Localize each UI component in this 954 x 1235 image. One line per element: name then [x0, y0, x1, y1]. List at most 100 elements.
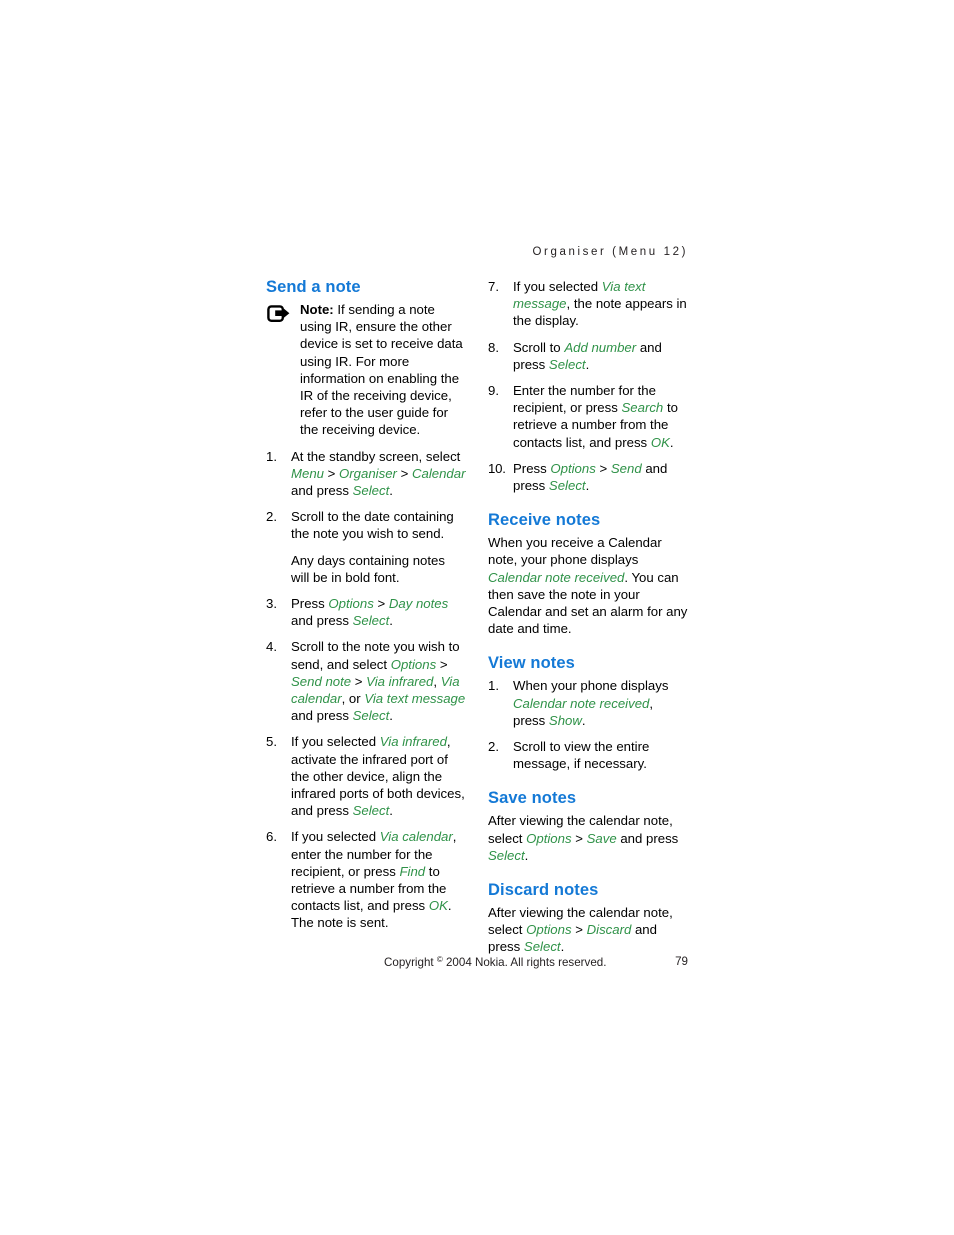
- text-run: .: [669, 434, 674, 450]
- text-run: .: [389, 483, 393, 498]
- page-number: 79: [675, 955, 688, 968]
- ui-term: Select: [548, 356, 586, 372]
- text-run: Scroll to view the entire message, if ne…: [513, 739, 650, 772]
- text-run: Press: [291, 596, 329, 612]
- text-run: and press: [291, 708, 353, 724]
- ui-term: Select: [352, 708, 390, 724]
- ui-term: Options: [550, 460, 596, 476]
- text-run: >: [396, 465, 412, 481]
- send-note-steps-list: 1. At the standby screen, select Menu > O…: [266, 448, 466, 932]
- ui-term: Select: [352, 613, 390, 629]
- step-number: 7.: [488, 279, 499, 294]
- text-run: .: [389, 708, 393, 724]
- text-run: Scroll to: [513, 339, 565, 355]
- note-label: Note:: [300, 301, 334, 317]
- step-sub-paragraph: Any days containing notes will be in bol…: [291, 552, 466, 586]
- step-number: 1.: [488, 678, 499, 694]
- ui-term: Add number: [564, 339, 637, 355]
- step-text: At the standby screen, select Menu > Org…: [291, 449, 466, 498]
- ui-term: Organiser: [339, 465, 397, 481]
- step-text: Scroll to view the entire message, if ne…: [513, 739, 649, 771]
- note-send-arrow-icon: [267, 305, 293, 325]
- text-run: At the standby screen, select: [291, 448, 461, 464]
- text-run: Scroll to the date containing the note y…: [291, 509, 454, 542]
- section-heading: Discard notes: [488, 880, 599, 899]
- ui-term: Via infrared: [379, 734, 447, 750]
- text-run: and press: [291, 483, 353, 498]
- running-header: Organiser (Menu 12): [532, 246, 688, 258]
- step-text: If you selected Via calendar, enter the …: [291, 829, 456, 930]
- text-run: .: [389, 613, 393, 629]
- text-run: >: [436, 656, 448, 672]
- step-text: Scroll to the date containing the note y…: [291, 509, 454, 541]
- ui-term: Options: [526, 830, 572, 846]
- ui-term: Find: [399, 863, 426, 879]
- text-run: >: [571, 922, 587, 938]
- ui-term: Options: [526, 922, 572, 938]
- ui-term: Calendar note received: [513, 695, 650, 711]
- numbered-step: 2. Scroll to the date containing the note…: [266, 508, 466, 586]
- numbered-step: 1. When your phone displays Calendar note…: [488, 677, 688, 729]
- step-number: 4.: [266, 639, 277, 655]
- text-run: Press: [513, 460, 551, 476]
- note-text: Note: If sending a note using IR, ensure…: [300, 301, 466, 439]
- ui-term: Select: [352, 803, 390, 819]
- copyright-pre: Copyright: [384, 956, 437, 969]
- ui-term: Search: [621, 400, 664, 416]
- text-run: Any days containing notes will be in bol…: [291, 552, 445, 585]
- section-paragraph: After viewing the calendar note, select …: [488, 904, 688, 956]
- ui-term: Options: [328, 596, 374, 612]
- ui-term: Menu: [291, 465, 324, 481]
- ui-term: Day notes: [388, 596, 449, 612]
- ui-term: Select: [352, 483, 390, 498]
- text-run: , or: [341, 691, 365, 707]
- step-number: 5.: [266, 734, 277, 750]
- ui-term: Options: [390, 656, 437, 672]
- section-heading: Save notes: [488, 789, 577, 808]
- numbered-step: 6. If you selected Via calendar, enter th…: [266, 828, 466, 931]
- numbered-step: 3. Press Options > Day notes and press Se…: [266, 595, 466, 629]
- text-run: >: [324, 465, 340, 481]
- right-sections: Receive notes When you receive a Calendar…: [488, 511, 688, 955]
- step-text: Press Options > Send and press Select.: [513, 461, 667, 493]
- section-steps-list: 1. When your phone displays Calendar note…: [488, 677, 688, 772]
- text-run: .: [585, 356, 590, 372]
- text-run: >: [571, 830, 587, 846]
- ui-term: Send: [610, 460, 642, 476]
- section-heading: View notes: [488, 654, 575, 673]
- page-title-send-a-note: Send a note: [266, 278, 361, 296]
- text-run: .: [585, 478, 590, 494]
- text-run: >: [373, 596, 389, 612]
- send-note-steps-continued: 7. If you selected Via text message, the …: [488, 278, 688, 494]
- ui-term: Save: [586, 830, 617, 846]
- ui-term: Select: [523, 939, 561, 955]
- text-run: If you selected: [291, 734, 380, 750]
- text-run: .: [581, 712, 586, 728]
- note-callout: Note: If sending a note using IR, ensure…: [266, 301, 466, 439]
- step-number: 8.: [488, 339, 499, 355]
- two-column-body: Send a note Note: If sending a note usin…: [266, 278, 690, 954]
- text-run: .: [524, 847, 529, 863]
- step-number: 10.: [488, 460, 506, 476]
- step-text: Enter the number for the recipient, or p…: [513, 383, 678, 450]
- numbered-step: 2. Scroll to view the entire message, if …: [488, 738, 688, 772]
- numbered-step: 7. If you selected Via text message, the …: [488, 278, 688, 330]
- step-number: 1.: [266, 448, 277, 464]
- numbered-step: 9. Enter the number for the recipient, or…: [488, 382, 688, 451]
- ui-term: Select: [488, 847, 525, 863]
- left-column: Send a note Note: If sending a note usin…: [266, 278, 466, 932]
- text-run: When you receive a Calendar note, your p…: [488, 535, 662, 568]
- step-number: 2.: [488, 739, 499, 754]
- step-text: Press Options > Day notes and press Sele…: [291, 596, 448, 628]
- step-number: 6.: [266, 829, 277, 845]
- step-text: When your phone displays Calendar note r…: [513, 678, 668, 727]
- step-text: Scroll to the note you wish to send, and…: [291, 639, 465, 723]
- step-text: If you selected Via text message, the no…: [513, 279, 687, 328]
- copyright-notice: Copyright © 2004 Nokia. All rights reser…: [384, 955, 606, 969]
- step-number: 3.: [266, 596, 277, 612]
- ui-term: Via infrared: [366, 673, 434, 689]
- text-run: .: [560, 939, 565, 955]
- numbered-step: 8. Scroll to Add number and press Select.: [488, 339, 688, 373]
- step-text: Scroll to Add number and press Select.: [513, 340, 662, 372]
- section-paragraph: When you receive a Calendar note, your p…: [488, 534, 688, 637]
